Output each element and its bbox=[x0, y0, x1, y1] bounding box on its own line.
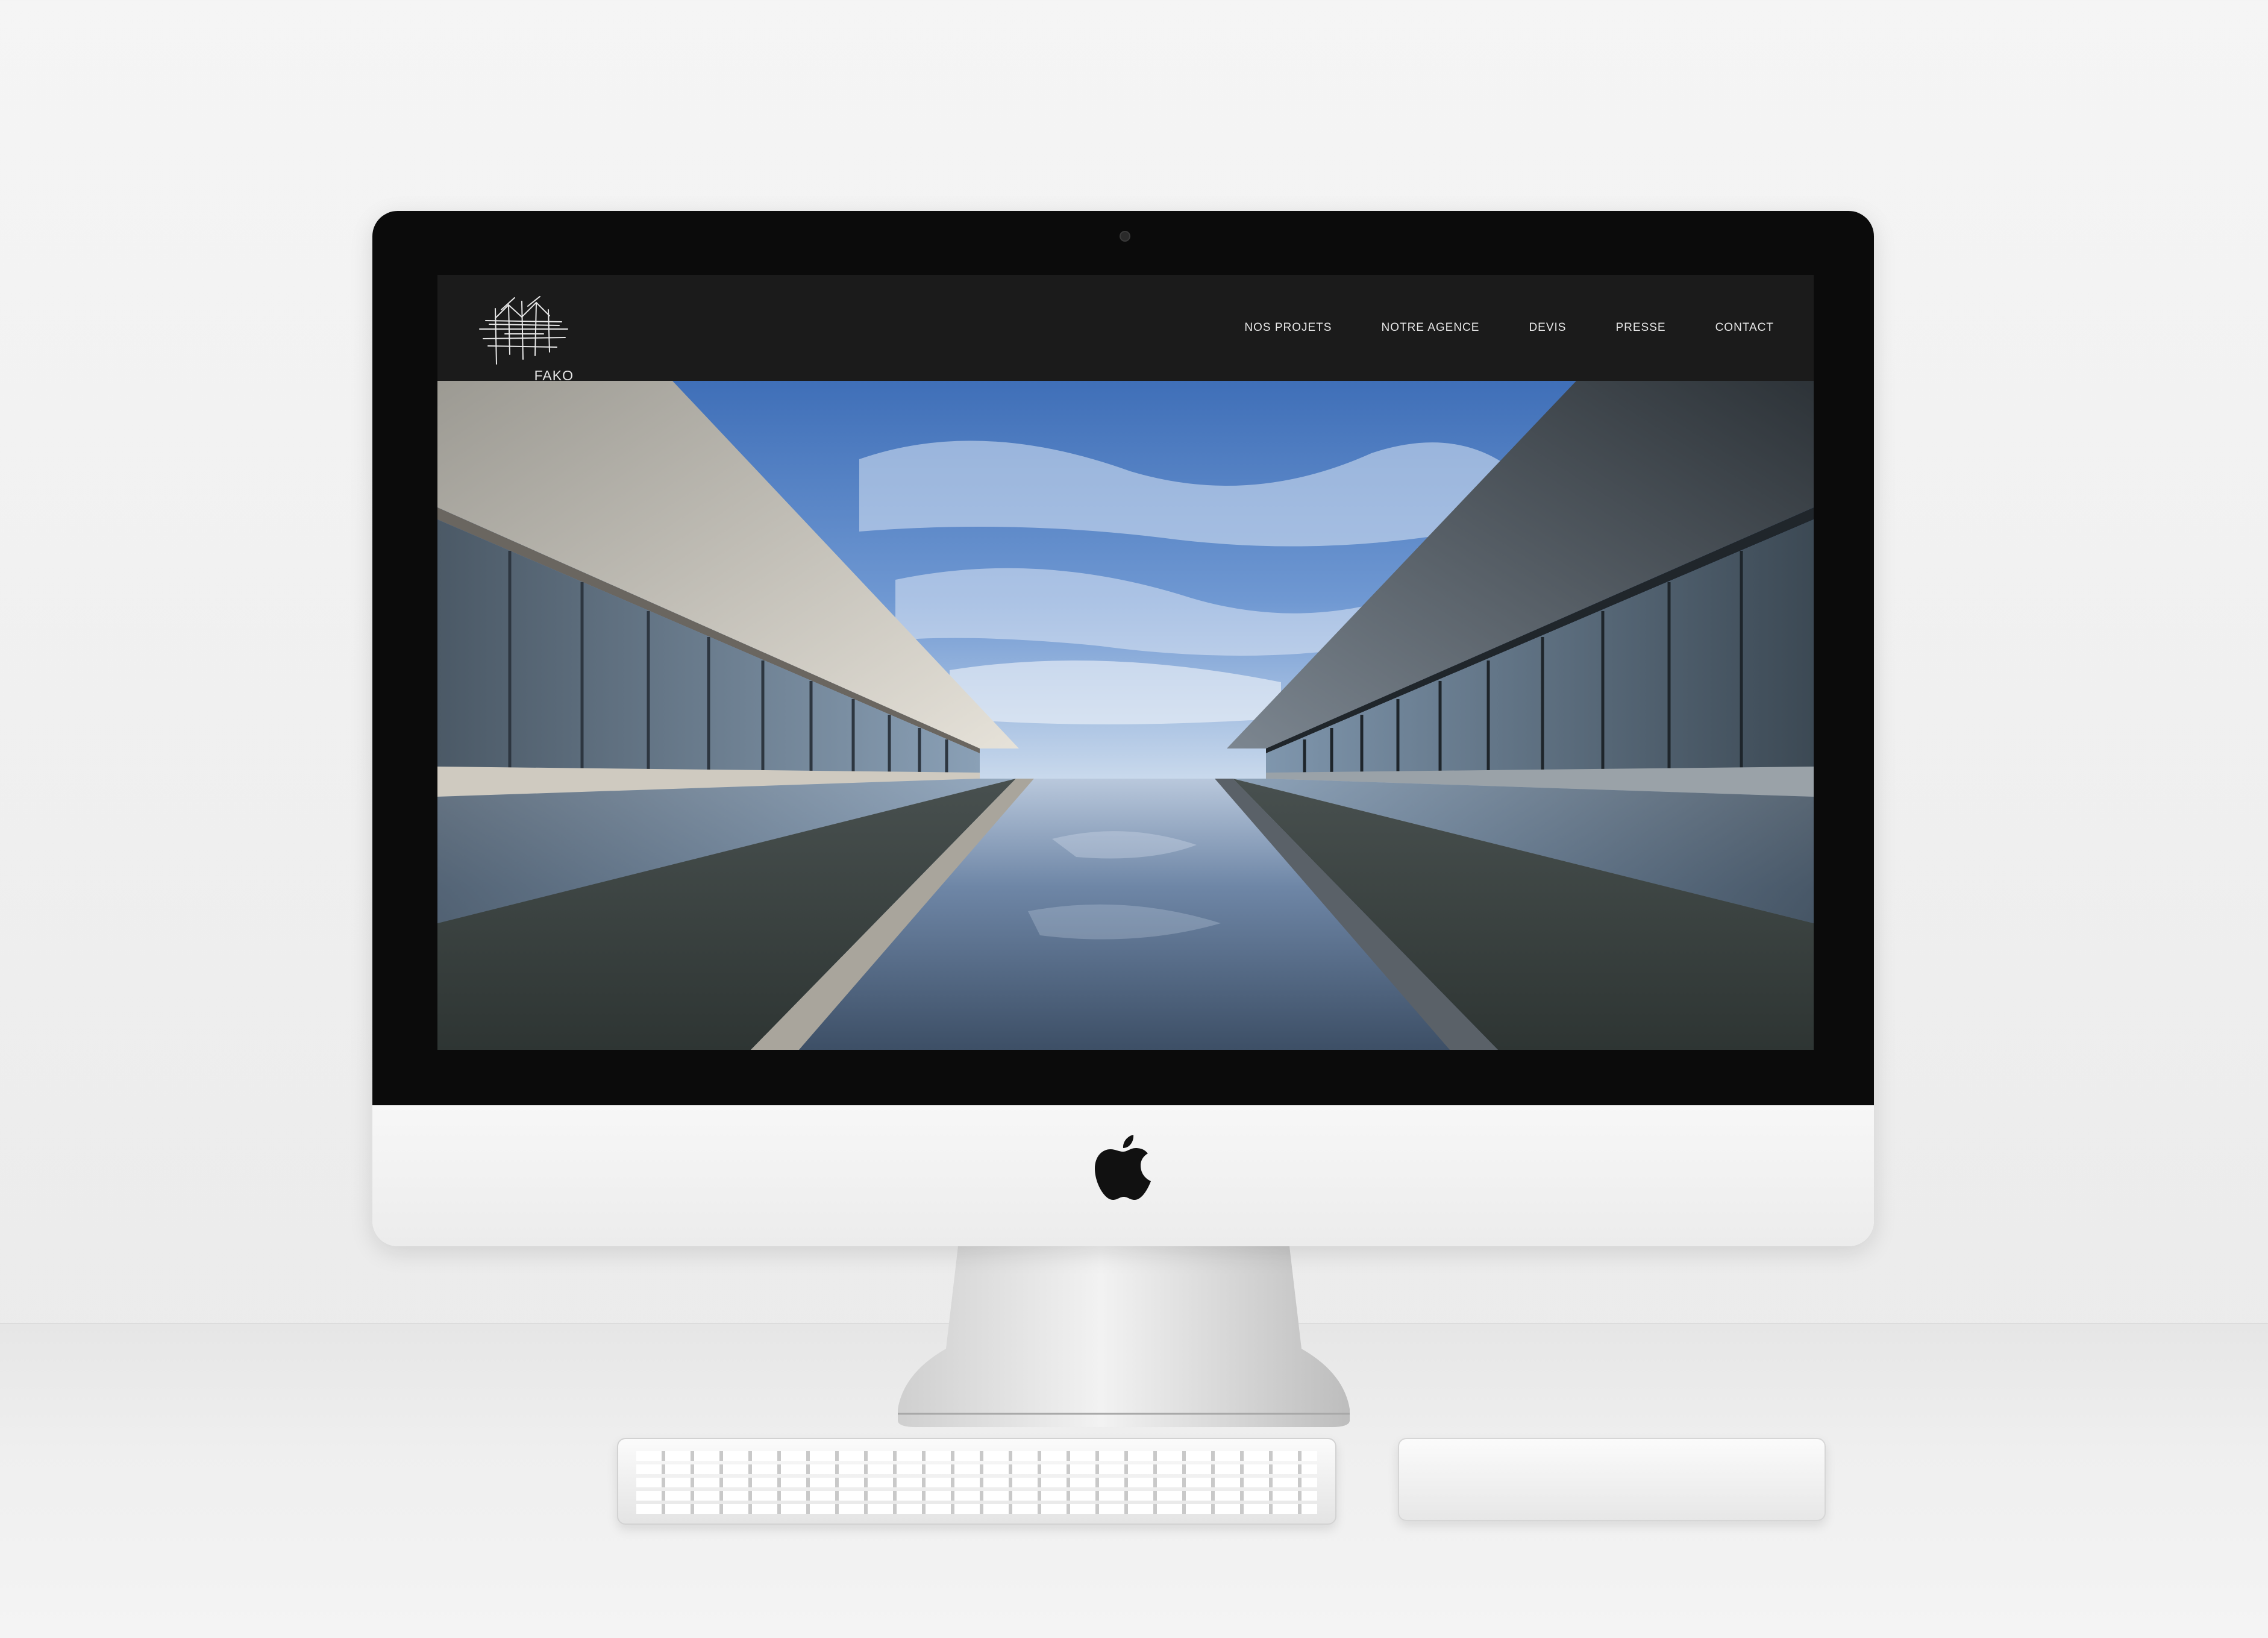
nav-contact[interactable]: CONTACT bbox=[1715, 321, 1774, 334]
website-screen: FAKO NOS PROJETS NOTRE AGENCE DEVIS PRES… bbox=[437, 275, 1814, 1050]
nav-notre-agence[interactable]: NOTRE AGENCE bbox=[1381, 321, 1479, 334]
nav-presse[interactable]: PRESSE bbox=[1615, 321, 1665, 334]
imac-stand bbox=[898, 1246, 1350, 1427]
site-header: FAKO NOS PROJETS NOTRE AGENCE DEVIS PRES… bbox=[437, 275, 1814, 383]
camera-icon bbox=[1120, 231, 1130, 242]
site-logo[interactable]: FAKO bbox=[477, 292, 574, 383]
trackpad bbox=[1398, 1438, 1826, 1521]
nav-devis[interactable]: DEVIS bbox=[1529, 321, 1566, 334]
apple-logo-icon bbox=[1095, 1135, 1151, 1200]
nav-nos-projets[interactable]: NOS PROJETS bbox=[1244, 321, 1332, 334]
keyboard bbox=[617, 1438, 1336, 1525]
keyboard-keys bbox=[636, 1451, 1317, 1514]
hero-image bbox=[437, 381, 1814, 1050]
main-navigation: NOS PROJETS NOTRE AGENCE DEVIS PRESSE CO… bbox=[1195, 316, 1774, 340]
desktop-scene: FAKO NOS PROJETS NOTRE AGENCE DEVIS PRES… bbox=[0, 0, 2268, 1638]
architectural-sketch-logo-icon bbox=[479, 296, 568, 365]
